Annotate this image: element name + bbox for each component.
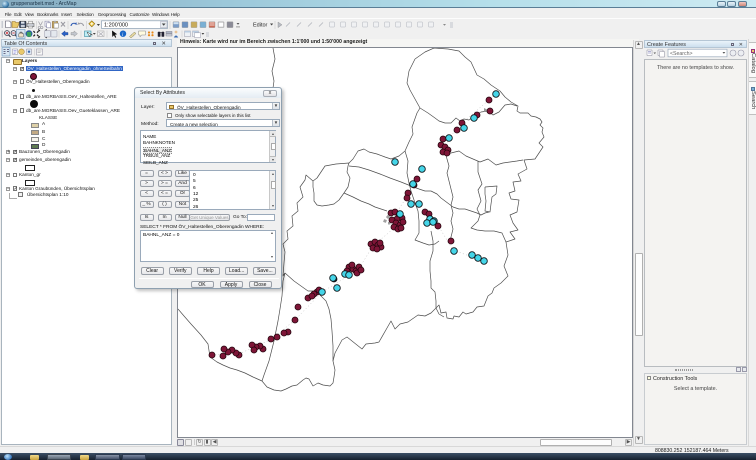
svg-text:Editor: Editor: [253, 23, 268, 29]
svg-text:<Search>: <Search>: [670, 51, 693, 57]
svg-text:1:200'000: 1:200'000: [104, 22, 128, 28]
